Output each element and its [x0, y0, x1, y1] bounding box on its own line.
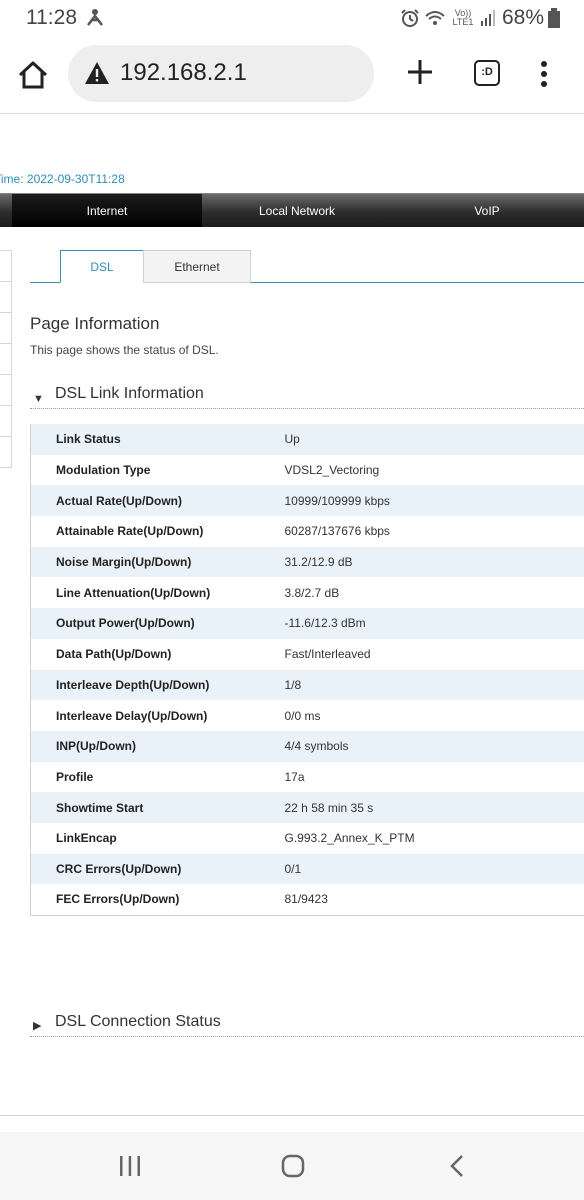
table-row: Interleave Delay(Up/Down) 0/0 ms: [31, 700, 584, 731]
home-circle-icon[interactable]: [281, 1154, 305, 1178]
table-row: INP(Up/Down) 4/4 symbols: [30, 730, 584, 762]
nav-item-internet[interactable]: Internet: [12, 194, 202, 227]
clock: 11:28: [26, 6, 77, 29]
battery-percentage: 68%: [501, 6, 544, 29]
tab-dsl[interactable]: DSL: [60, 250, 144, 283]
row-label: Data Path(Up/Down): [56, 647, 172, 662]
row-label: Output Power(Up/Down): [56, 616, 195, 631]
side-menu-item[interactable]: [0, 437, 11, 468]
section-title[interactable]: DSL Link Information: [55, 385, 204, 403]
caret-right-icon[interactable]: ▶: [33, 1019, 41, 1032]
row-value: 3.8/2.7 dB: [284, 585, 340, 600]
row-value: 4/4 symbols: [284, 739, 349, 754]
row-label: FEC Errors(Up/Down): [56, 892, 180, 907]
row-label: Interleave Depth(Up/Down): [56, 677, 210, 692]
accessibility-icon: [87, 9, 103, 26]
page-information-title: Page Information: [30, 314, 160, 333]
side-menu-edge[interactable]: [0, 250, 12, 468]
dsl-link-table: Link Status Up Modulation Type VDSL2_Vector…: [30, 424, 584, 916]
row-value: 60287/137676 kbps: [284, 524, 390, 539]
row-label: Noise Margin(Up/Down): [56, 555, 192, 570]
more-vert-icon[interactable]: [537, 60, 551, 88]
row-value: 31.2/12.9 dB: [284, 555, 353, 570]
section-title[interactable]: DSL Connection Status: [55, 1013, 221, 1031]
table-row: Noise Margin(Up/Down) 31.2/12.9 dB: [30, 546, 584, 578]
plus-icon[interactable]: [406, 58, 434, 86]
side-menu-item[interactable]: [0, 282, 11, 313]
nav-item-voip[interactable]: VoIP: [392, 194, 582, 227]
back-icon[interactable]: [448, 1154, 466, 1178]
table-row: Interleave Depth(Up/Down) 1/8: [30, 669, 584, 701]
row-value: 17a: [284, 769, 305, 784]
lte-label: LTE1: [452, 17, 474, 27]
row-label: Modulation Type: [56, 463, 151, 478]
system-nav-bar: [0, 1132, 584, 1200]
home-icon[interactable]: [16, 58, 50, 92]
row-value: 0/0 ms: [284, 708, 321, 723]
table-row: Output Power(Up/Down) -11.6/12.3 dBm: [30, 608, 584, 639]
table-row: Modulation Type VDSL2_Vectoring: [31, 455, 584, 486]
row-value: 10999/109999 kbps: [284, 493, 390, 508]
network-type: Vo)) LTE1: [450, 9, 476, 27]
row-label: LinkEncap: [56, 831, 117, 846]
side-menu-item[interactable]: [0, 406, 11, 437]
row-label: Actual Rate(Up/Down): [56, 493, 182, 508]
warning-icon[interactable]: [84, 61, 110, 85]
page-information-description: This page shows the status of DSL.: [30, 343, 219, 357]
url-text[interactable]: 192.168.2.1: [120, 59, 247, 87]
caret-down-icon[interactable]: ▼: [33, 393, 44, 405]
table-row: CRC Errors(Up/Down) 0/1: [30, 853, 584, 885]
signal-icon: [480, 10, 495, 26]
table-row: FEC Errors(Up/Down) 81/9423: [31, 884, 584, 915]
row-value: -11.6/12.3 dBm: [284, 616, 366, 631]
row-value: Fast/Interleaved: [284, 647, 371, 662]
row-value: G.993.2_Annex_K_PTM: [284, 831, 415, 846]
table-row: Showtime Start 22 h 58 min 35 s: [30, 792, 584, 823]
side-menu-item[interactable]: [0, 375, 11, 406]
row-value: 1/8: [284, 677, 302, 692]
table-row: Link Status Up: [30, 424, 584, 455]
status-icons: Vo)) LTE1 68%: [400, 5, 560, 31]
nav-item-overflow[interactable]: [0, 194, 12, 227]
tab-ethernet[interactable]: Ethernet: [143, 250, 251, 283]
battery-icon: [548, 8, 560, 28]
row-label: Link Status: [56, 432, 121, 447]
row-value: 22 h 58 min 35 s: [284, 800, 374, 815]
row-label: Line Attenuation(Up/Down): [56, 585, 211, 600]
side-menu-item[interactable]: [0, 344, 11, 375]
table-row: Actual Rate(Up/Down) 10999/109999 kbps: [30, 485, 584, 517]
row-value: VDSL2_Vectoring: [284, 463, 380, 478]
table-row: Data Path(Up/Down) Fast/Interleaved: [31, 639, 584, 670]
recent-apps-icon[interactable]: [118, 1156, 142, 1176]
dsl-connection-status-header[interactable]: ▶ DSL Connection Status: [30, 1013, 584, 1037]
alarm-icon: [401, 9, 419, 27]
main-nav: Internet Local Network VoIP: [0, 193, 584, 227]
row-label: Attainable Rate(Up/Down): [56, 524, 204, 539]
divider: [0, 1115, 584, 1116]
side-menu-item[interactable]: [0, 313, 11, 344]
system-time: Time: 2022-09-30T11:28: [0, 172, 125, 186]
dsl-link-information-header[interactable]: ▼ DSL Link Information: [30, 385, 584, 409]
row-label: Interleave Delay(Up/Down): [56, 708, 208, 723]
table-row: LinkEncap G.993.2_Annex_K_PTM: [31, 823, 584, 854]
row-value: 0/1: [284, 861, 302, 876]
row-value: Up: [284, 432, 300, 447]
tab-switcher-button[interactable]: :D: [474, 60, 500, 86]
side-menu-item[interactable]: [0, 251, 11, 282]
row-label: INP(Up/Down): [56, 739, 136, 754]
wifi-icon: [425, 11, 445, 25]
browser-toolbar: 192.168.2.1 :D: [0, 36, 584, 114]
row-label: CRC Errors(Up/Down): [56, 861, 182, 876]
row-label: Showtime Start: [56, 800, 144, 815]
nav-item-local-network[interactable]: Local Network: [202, 194, 392, 227]
system-time-text: Time: 2022-09-30T11:28: [0, 172, 125, 186]
status-bar: 11:28 Vo)) LTE1 68%: [0, 0, 584, 36]
row-value: 81/9423: [284, 892, 328, 907]
address-bar[interactable]: 192.168.2.1: [68, 45, 374, 102]
table-row: Profile 17a: [31, 762, 584, 793]
row-label: Profile: [56, 769, 94, 784]
sub-tabs: DSL Ethernet: [30, 250, 584, 283]
table-row: Attainable Rate(Up/Down) 60287/137676 kbp…: [31, 516, 584, 547]
table-row: Line Attenuation(Up/Down) 3.8/2.7 dB: [31, 577, 584, 608]
